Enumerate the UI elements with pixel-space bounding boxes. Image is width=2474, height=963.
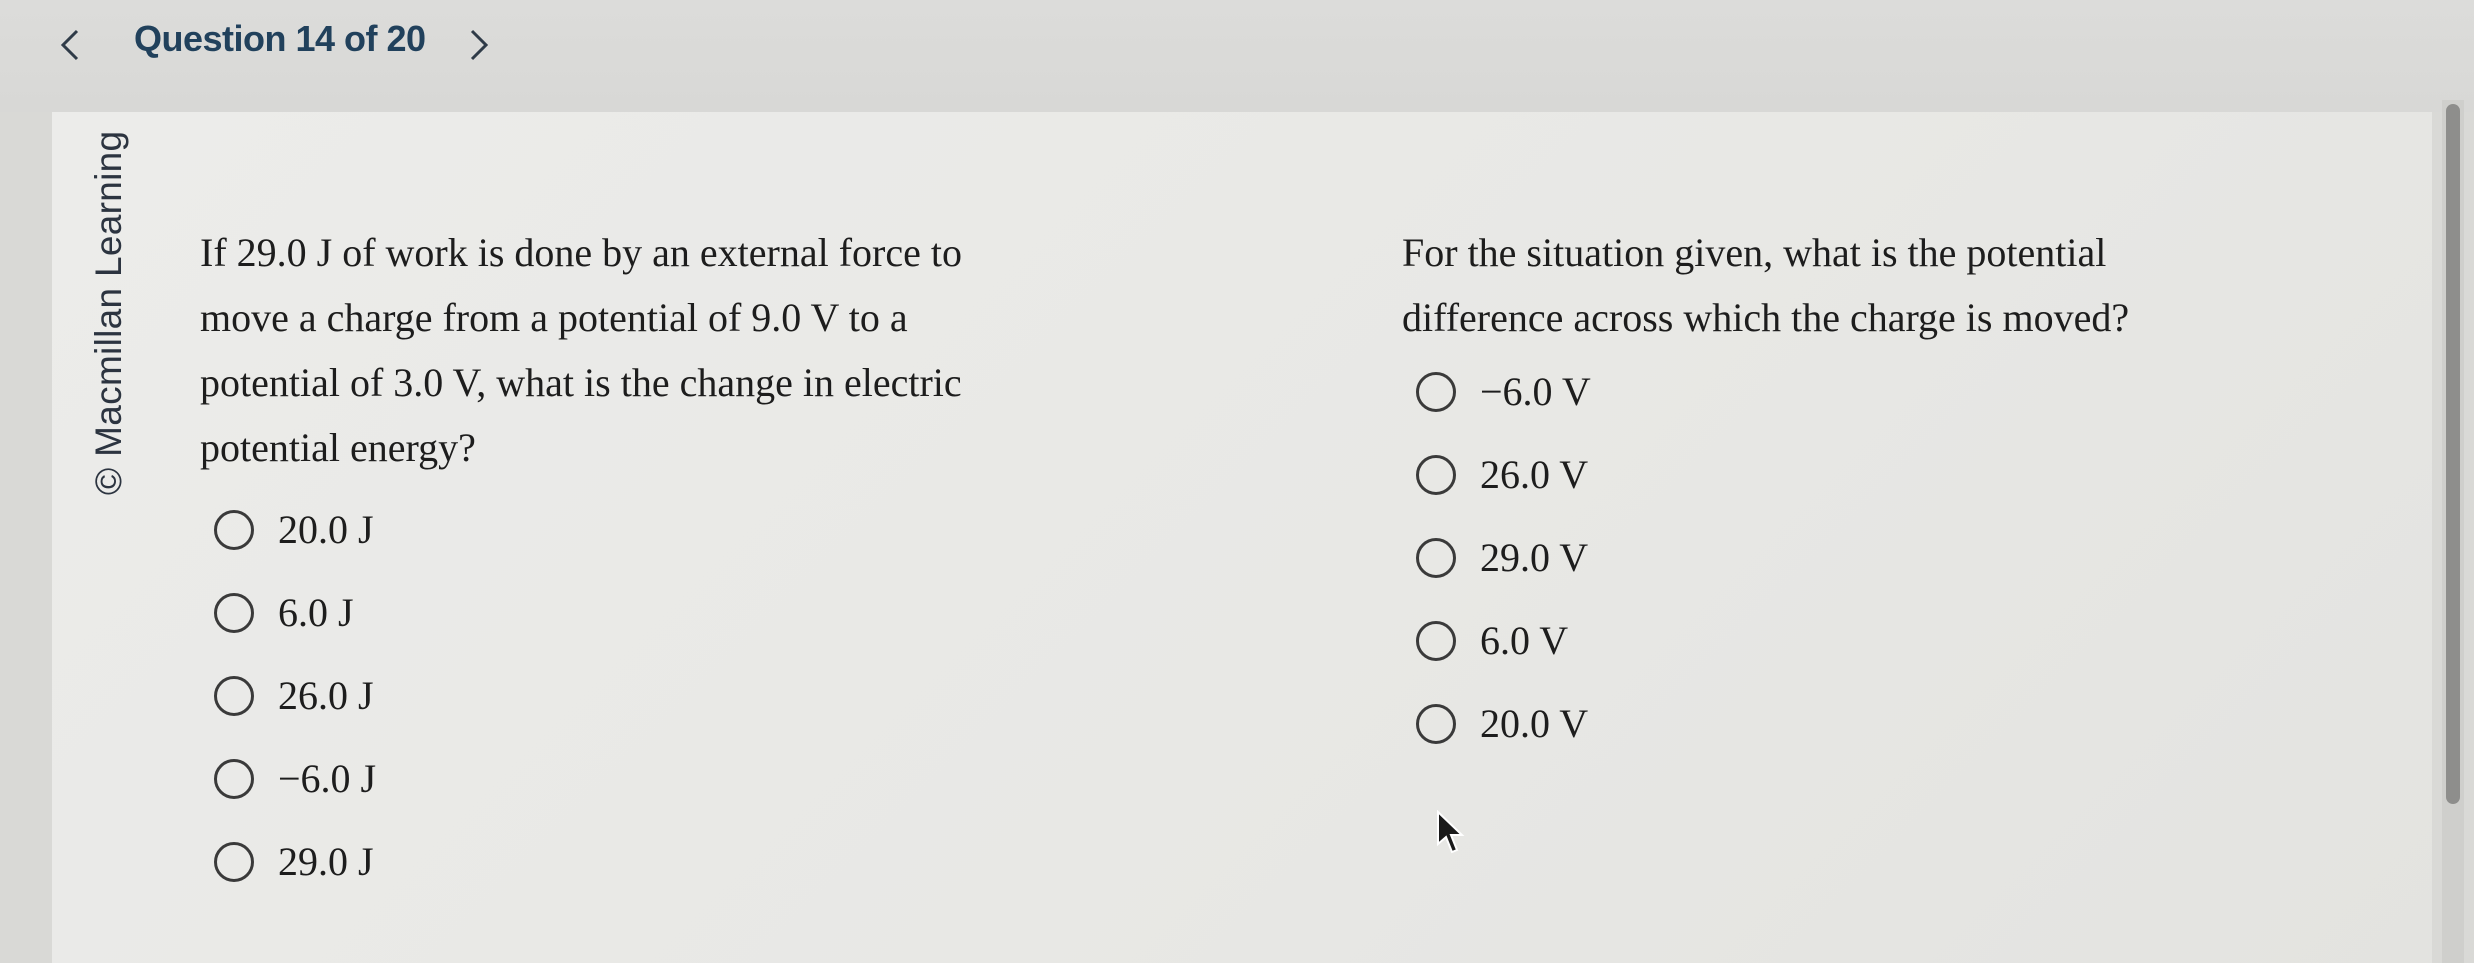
answer-option[interactable]: 26.0 V [1402, 433, 2302, 516]
radio-button[interactable] [1416, 620, 1456, 661]
question-2-options: −6.0 V 26.0 V 29.0 V 6.0 V 20.0 V [1402, 350, 2302, 765]
question-1-options: 20.0 J 6.0 J 26.0 J −6.0 J 29.0 J [200, 488, 1120, 903]
option-label: 29.0 J [278, 839, 374, 884]
answer-option[interactable]: 6.0 V [1402, 599, 2302, 682]
option-label: 6.0 V [1480, 618, 1569, 663]
question-1: If 29.0 J of work is done by an external… [200, 220, 1120, 903]
radio-button[interactable] [1416, 371, 1456, 412]
option-label: 26.0 J [278, 673, 374, 718]
option-label: 26.0 V [1480, 452, 1589, 497]
copyright-label: © Macmillan Learning [88, 130, 129, 495]
option-label: 20.0 V [1480, 701, 1589, 746]
answer-option[interactable]: 20.0 V [1402, 682, 2302, 765]
mouse-pointer-icon [1437, 810, 1465, 854]
chevron-left-icon [60, 29, 79, 61]
answer-option[interactable]: 29.0 V [1402, 516, 2302, 599]
option-label: 29.0 V [1480, 535, 1589, 580]
prompt-line: potential of 3.0 V, what is the change i… [200, 360, 962, 405]
chevron-right-icon [470, 29, 489, 61]
prompt-line: For the situation given, what is the pot… [1402, 230, 2107, 275]
prompt-line: potential energy? [200, 425, 476, 470]
radio-button[interactable] [1416, 454, 1456, 495]
question-2: For the situation given, what is the pot… [1402, 220, 2302, 765]
option-label: −6.0 J [278, 756, 377, 801]
top-navigation-bar: Question 14 of 20 [0, 0, 2474, 112]
question-2-prompt: For the situation given, what is the pot… [1402, 220, 2302, 350]
prompt-line: difference across which the charge is mo… [1402, 295, 2130, 340]
option-label: 20.0 J [278, 507, 374, 552]
next-question-button[interactable] [444, 10, 514, 80]
answer-option[interactable]: −6.0 J [200, 737, 1120, 820]
scrollbar-thumb[interactable] [2446, 104, 2460, 804]
radio-button[interactable] [1416, 537, 1456, 578]
prompt-line: move a charge from a potential of 9.0 V … [200, 295, 908, 340]
option-label: −6.0 V [1480, 369, 1591, 414]
radio-button[interactable] [214, 509, 254, 550]
radio-button[interactable] [214, 675, 254, 716]
answer-option[interactable]: −6.0 V [1402, 350, 2302, 433]
radio-button[interactable] [214, 758, 254, 799]
question-counter: Question 14 of 20 [134, 18, 426, 59]
radio-button[interactable] [214, 592, 254, 633]
radio-button[interactable] [1416, 703, 1456, 744]
answer-option[interactable]: 29.0 J [200, 820, 1120, 903]
question-1-prompt: If 29.0 J of work is done by an external… [200, 220, 1120, 480]
answer-option[interactable]: 26.0 J [200, 654, 1120, 737]
answer-option[interactable]: 6.0 J [200, 571, 1120, 654]
prompt-line: If 29.0 J of work is done by an external… [200, 230, 962, 275]
radio-button[interactable] [214, 841, 254, 882]
answer-option[interactable]: 20.0 J [200, 488, 1120, 571]
option-label: 6.0 J [278, 590, 354, 635]
previous-question-button[interactable] [35, 10, 105, 80]
